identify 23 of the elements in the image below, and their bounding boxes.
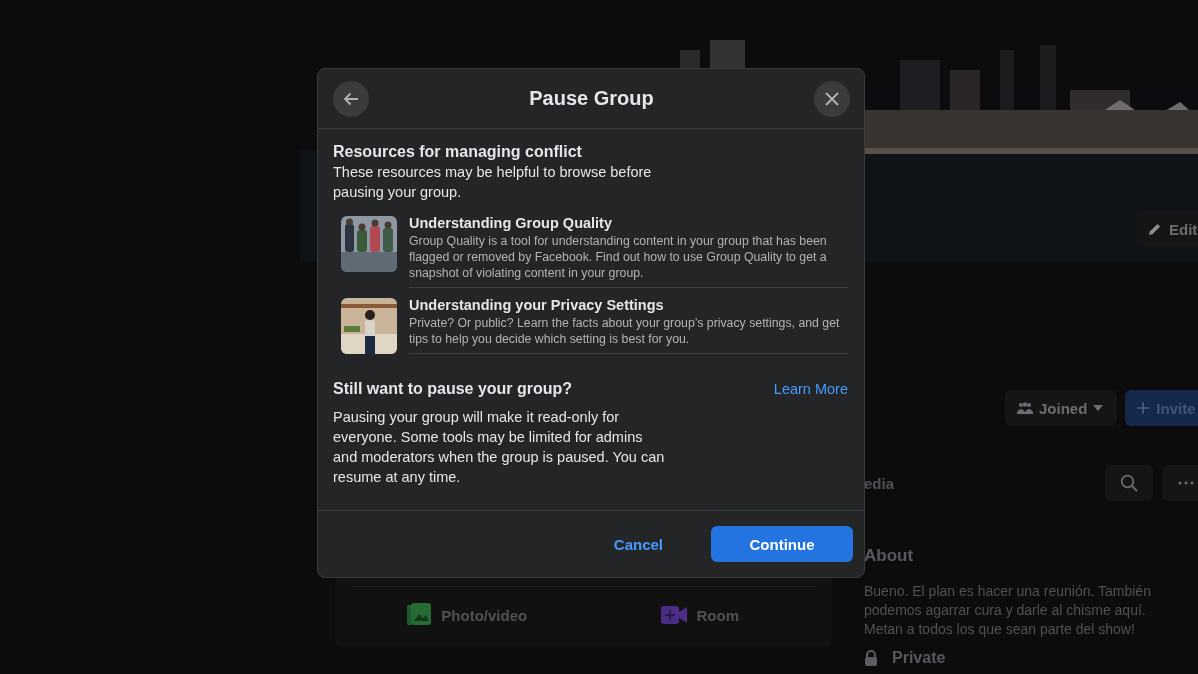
joined-button[interactable]: Joined: [1005, 390, 1118, 426]
plus-icon: [1137, 402, 1150, 414]
search-button[interactable]: [1105, 465, 1153, 501]
people-icon: [1017, 402, 1033, 414]
section-text: Pausing your group will make it read-only for everyone. Some tools may be limited for admins and moderators when the group is paused. You can resume at any time.: [333, 408, 666, 487]
composer-button[interactable]: Room: [583, 595, 816, 635]
resource-description: Private? Or public? Learn the facts about your group’s privacy settings, and get tips to help you decide which setting is best for you.: [409, 315, 841, 347]
tab[interactable]: edia: [864, 474, 1105, 492]
learn-more-link[interactable]: Learn More: [773, 380, 848, 397]
composer-button[interactable]: Photo/video: [351, 595, 584, 635]
search-icon: [1120, 474, 1138, 492]
continue-button[interactable]: Continue: [711, 526, 853, 562]
caret-icon: [1093, 405, 1104, 411]
photo-icon: [407, 603, 432, 627]
about-text: Bueno. El plan es hacer una reunión. También podemos agarrar cura y darle al chisme aquí. Metan a todos los que sean parte del show!: [864, 582, 1152, 639]
cancel-button[interactable]: Cancel: [613, 535, 663, 553]
lock-icon: [864, 650, 878, 666]
about-heading: About: [864, 546, 915, 566]
section-heading: Still want to pause your group?: [333, 379, 573, 399]
privacy-label: Private: [892, 649, 946, 667]
video-plus-icon: [660, 605, 687, 625]
resource-title[interactable]: Understanding your Privacy Settings: [409, 296, 848, 315]
more-icon: [1178, 481, 1194, 485]
